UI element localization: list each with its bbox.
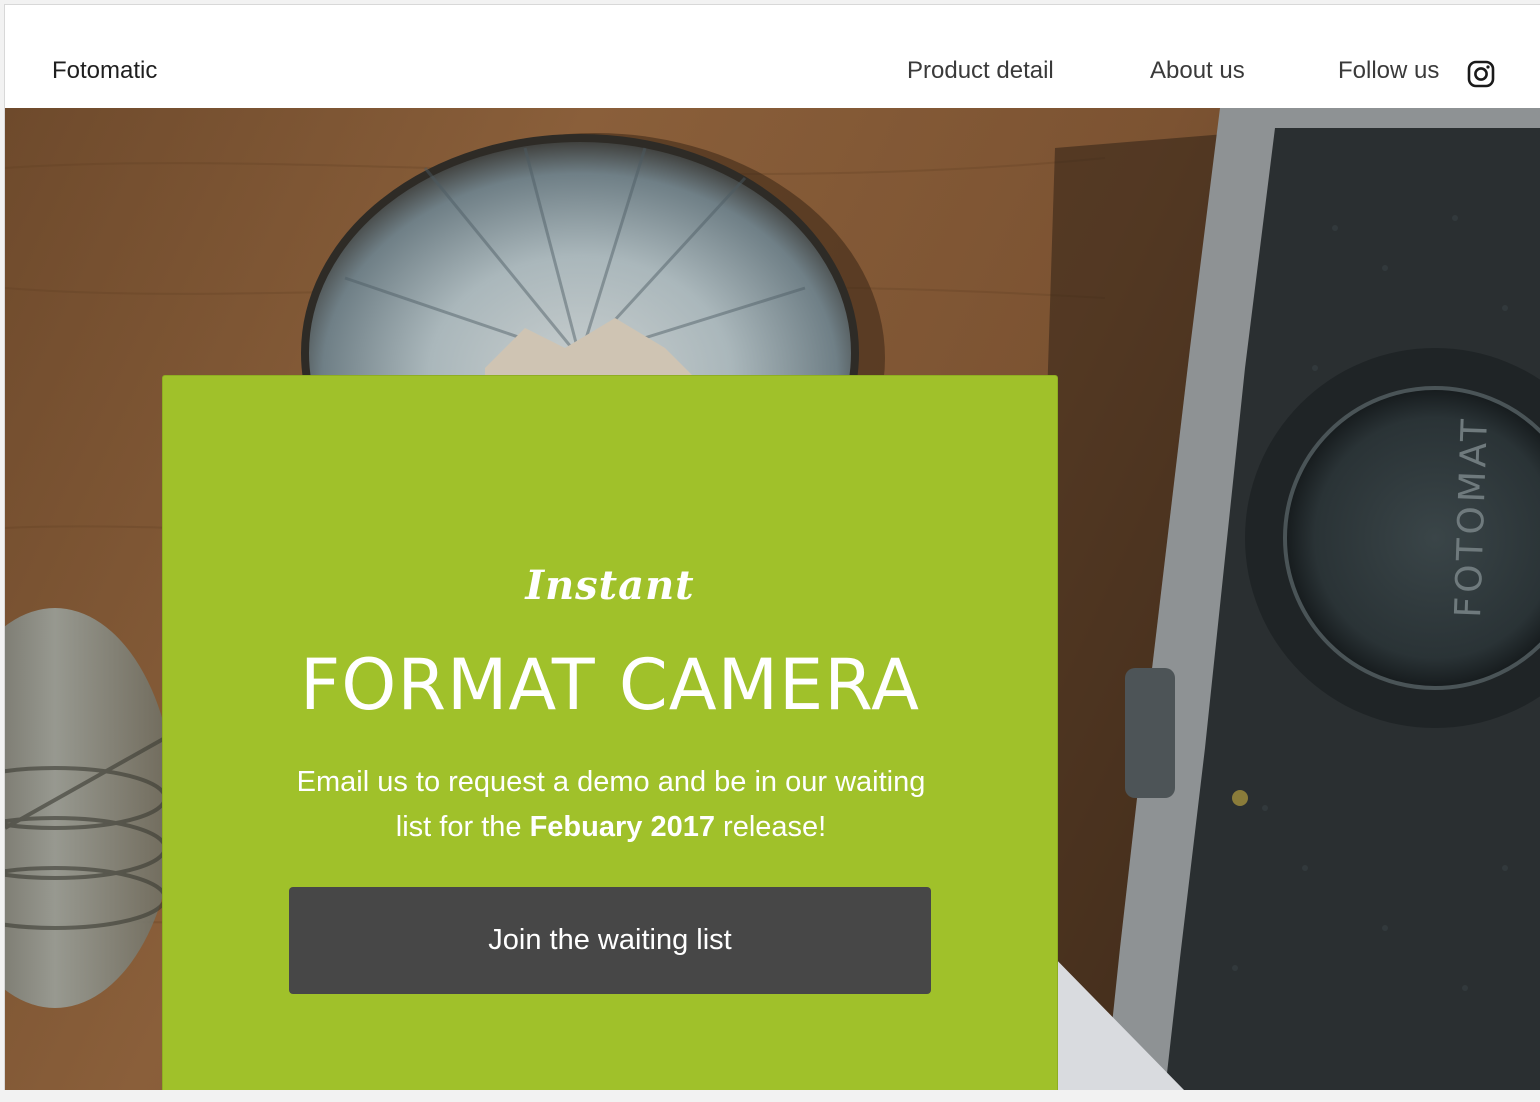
nav-link-about-us[interactable]: About us (1150, 57, 1245, 85)
brand-logo-link[interactable]: Fotomatic (52, 57, 157, 85)
promo-card: Instant FORMAT CAMERA Email us to reques… (162, 375, 1058, 1090)
site-header: Fotomatic Product detail About us Follow… (5, 5, 1540, 108)
join-waiting-list-button[interactable]: Join the waiting list (289, 887, 931, 994)
card-tagline: Instant (525, 562, 695, 609)
card-title: FORMAT CAMERA (300, 644, 920, 726)
nav-link-follow-us[interactable]: Follow us (1338, 57, 1439, 85)
card-description: Email us to request a demo and be in our… (283, 760, 939, 850)
release-date: Febuary 2017 (529, 811, 715, 843)
hero-section: FOTOMAT Instant FORMAT CAMERA Email us t… (5, 108, 1540, 1090)
instagram-icon[interactable] (1467, 60, 1495, 88)
lens-cap-label: FOTOMAT (1448, 415, 1496, 619)
description-end: release! (723, 811, 827, 843)
browser-page: Fotomatic Product detail About us Follow… (4, 4, 1540, 1090)
nav-link-product-detail[interactable]: Product detail (907, 57, 1054, 85)
